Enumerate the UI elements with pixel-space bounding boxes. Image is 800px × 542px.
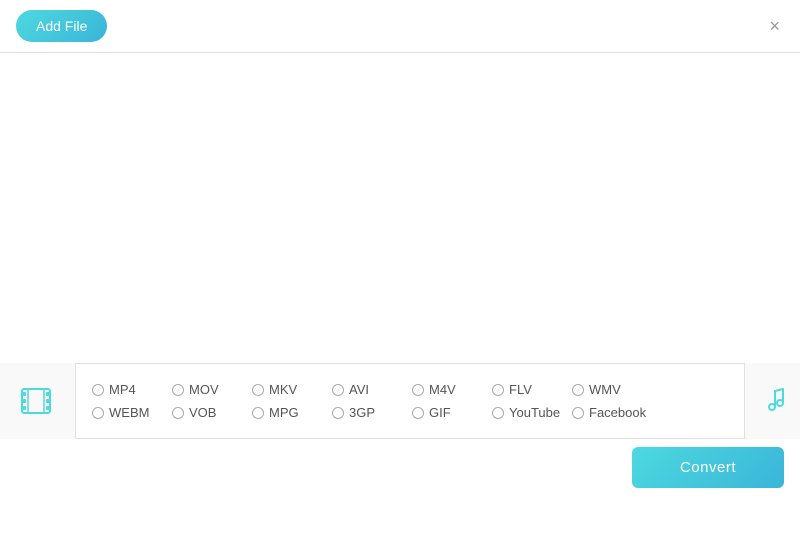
- main-content-area: [0, 53, 800, 363]
- close-button[interactable]: ×: [765, 15, 784, 37]
- add-file-button[interactable]: Add File: [16, 10, 107, 42]
- format-label-webm: WEBM: [109, 405, 149, 420]
- radio-facebook[interactable]: [572, 407, 584, 419]
- format-label-flv: FLV: [509, 382, 532, 397]
- format-options: MP4 MOV MKV AVI M4V FLV: [76, 371, 744, 431]
- format-option-mpg[interactable]: MPG: [252, 405, 332, 420]
- format-label-m4v: M4V: [429, 382, 456, 397]
- format-option-avi[interactable]: AVI: [332, 382, 412, 397]
- header: Add File ×: [0, 0, 800, 53]
- radio-youtube[interactable]: [492, 407, 504, 419]
- format-option-wmv[interactable]: WMV: [572, 382, 652, 397]
- format-label-mpg: MPG: [269, 405, 299, 420]
- radio-webm[interactable]: [92, 407, 104, 419]
- format-label-mov: MOV: [189, 382, 219, 397]
- audio-icon: [757, 385, 789, 417]
- radio-mp4[interactable]: [92, 384, 104, 396]
- format-option-youtube[interactable]: YouTube: [492, 405, 572, 420]
- format-label-avi: AVI: [349, 382, 369, 397]
- format-label-mp4: MP4: [109, 382, 136, 397]
- radio-wmv[interactable]: [572, 384, 584, 396]
- radio-gif[interactable]: [412, 407, 424, 419]
- video-icon: [18, 381, 58, 421]
- format-option-mkv[interactable]: MKV: [252, 382, 332, 397]
- format-label-youtube: YouTube: [509, 405, 560, 420]
- format-option-flv[interactable]: FLV: [492, 382, 572, 397]
- format-option-mp4[interactable]: MP4: [92, 382, 172, 397]
- format-label-vob: VOB: [189, 405, 216, 420]
- radio-3gp[interactable]: [332, 407, 344, 419]
- format-label-wmv: WMV: [589, 382, 621, 397]
- radio-mov[interactable]: [172, 384, 184, 396]
- format-bar: MP4 MOV MKV AVI M4V FLV: [0, 363, 800, 439]
- format-option-vob[interactable]: VOB: [172, 405, 252, 420]
- audio-icon-box[interactable]: [744, 363, 800, 439]
- format-option-3gp[interactable]: 3GP: [332, 405, 412, 420]
- radio-m4v[interactable]: [412, 384, 424, 396]
- radio-vob[interactable]: [172, 407, 184, 419]
- convert-button[interactable]: Convert: [632, 447, 784, 488]
- format-label-mkv: MKV: [269, 382, 297, 397]
- radio-mkv[interactable]: [252, 384, 264, 396]
- format-option-facebook[interactable]: Facebook: [572, 405, 652, 420]
- format-option-mov[interactable]: MOV: [172, 382, 252, 397]
- video-icon-box: [0, 363, 76, 439]
- footer: Convert: [0, 439, 800, 495]
- format-label-facebook: Facebook: [589, 405, 646, 420]
- format-label-gif: GIF: [429, 405, 451, 420]
- format-option-gif[interactable]: GIF: [412, 405, 492, 420]
- format-option-webm[interactable]: WEBM: [92, 405, 172, 420]
- format-label-3gp: 3GP: [349, 405, 375, 420]
- radio-avi[interactable]: [332, 384, 344, 396]
- radio-mpg[interactable]: [252, 407, 264, 419]
- format-option-m4v[interactable]: M4V: [412, 382, 492, 397]
- radio-flv[interactable]: [492, 384, 504, 396]
